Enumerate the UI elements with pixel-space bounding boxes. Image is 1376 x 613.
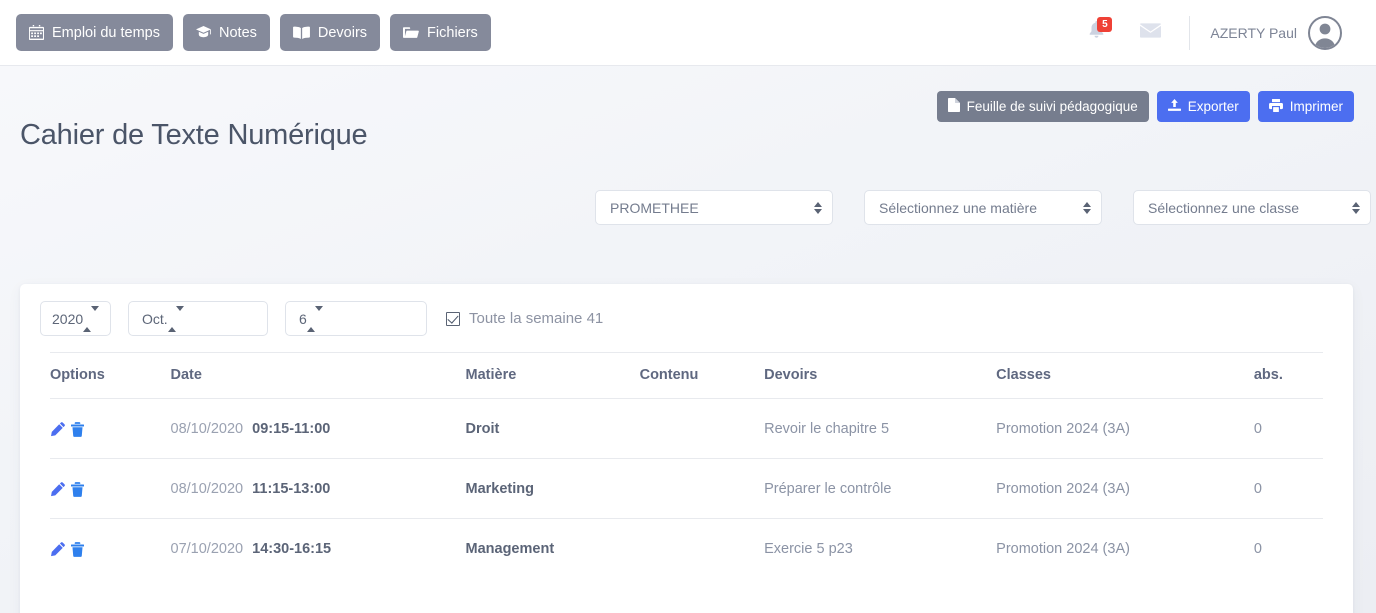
table-body: 08/10/2020 09:15-11:00 Droit Revoir le c… <box>50 398 1323 579</box>
cell-classes: Promotion 2024 (3A) <box>996 398 1254 459</box>
chevron-updown-icon <box>306 305 323 332</box>
nav-emploi-du-temps-button[interactable]: Emploi du temps <box>16 14 173 51</box>
timetable-card: 2020 Oct. 6 Toute la semaine 41 Options … <box>20 284 1353 613</box>
cell-abs: 0 <box>1253 541 1262 557</box>
date-filter-bar: 2020 Oct. 6 Toute la semaine 41 <box>20 284 1353 352</box>
chevron-updown-icon <box>1083 201 1091 214</box>
checkbox-box[interactable] <box>446 311 460 326</box>
table-row[interactable]: 08/10/2020 09:15-11:00 Droit Revoir le c… <box>50 398 1323 459</box>
graduation-icon <box>196 25 211 40</box>
main-nav-buttons: Emploi du temps Notes Devoirs Fichiers <box>16 14 491 51</box>
notification-count-badge: 5 <box>1097 16 1113 32</box>
book-icon <box>292 25 310 40</box>
time-value: 14:30-16:15 <box>252 541 332 557</box>
cell-contenu <box>640 519 765 579</box>
day-select[interactable]: 6 <box>285 301 427 336</box>
cell-devoirs: Préparer le contrôle <box>764 458 997 519</box>
select-value: 6 <box>299 310 307 327</box>
select-value: Oct. <box>142 310 168 327</box>
user-menu[interactable]: AZERTY Paul <box>1210 15 1342 50</box>
select-value: Sélectionnez une classe <box>1148 199 1299 216</box>
pencil-icon[interactable] <box>50 541 65 557</box>
chevron-updown-icon <box>1352 201 1360 214</box>
cell-devoirs: Revoir le chapitre 5 <box>764 398 997 459</box>
header-date: Date <box>170 352 466 399</box>
cell-classes: Promotion 2024 (3A) <box>996 458 1254 519</box>
select-value: Sélectionnez une matière <box>879 199 1037 216</box>
timetable-table: Options Date Matière Contenu Devoirs Cla… <box>50 352 1323 578</box>
chevron-updown-icon <box>814 201 822 214</box>
month-select[interactable]: Oct. <box>128 301 268 336</box>
cell-devoirs: Exercie 5 p23 <box>764 541 853 557</box>
avatar <box>1308 15 1342 50</box>
timetable-table-wrapper: Options Date Matière Contenu Devoirs Cla… <box>20 352 1353 578</box>
trash-icon[interactable] <box>71 541 84 557</box>
header-devoirs: Devoirs <box>764 352 997 399</box>
top-navigation-bar: Emploi du temps Notes Devoirs Fichiers 5… <box>0 0 1376 66</box>
nav-devoirs-button[interactable]: Devoirs <box>279 14 381 51</box>
topbar-divider <box>1189 15 1191 50</box>
cell-date: 08/10/2020 09:15-11:00 <box>170 398 466 459</box>
envelope-icon <box>1139 22 1161 43</box>
select-value: PROMETHEE <box>610 199 699 216</box>
cell-abs: 0 <box>1253 458 1323 519</box>
cell-contenu <box>639 398 765 459</box>
cell-abs: 0 <box>1253 398 1323 459</box>
whole-week-checkbox[interactable]: Toute la semaine 41 <box>446 310 603 327</box>
cell-options <box>50 458 171 519</box>
main-content: Feuille de suivi pédagogique Exporter Im… <box>0 66 1376 613</box>
chevron-updown-icon <box>167 305 184 332</box>
page-title-row: Cahier de Texte Numérique <box>20 66 1356 152</box>
cell-matiere: Management <box>465 541 555 557</box>
date-value: 07/10/2020 <box>170 541 244 557</box>
chevron-updown-icon <box>83 305 100 332</box>
nav-label: Fichiers <box>427 24 478 41</box>
pencil-icon[interactable] <box>50 481 65 497</box>
page-title: Cahier de Texte Numérique <box>20 119 368 151</box>
header-options: Options <box>50 352 171 399</box>
table-header-row: Options Date Matière Contenu Devoirs Cla… <box>50 352 1323 399</box>
select-value: 2020 <box>52 310 84 327</box>
folder-icon <box>403 25 419 40</box>
trash-icon[interactable] <box>71 421 84 437</box>
pencil-icon[interactable] <box>50 421 65 437</box>
nav-notes-button[interactable]: Notes <box>183 14 270 51</box>
user-name-label: AZERTY Paul <box>1210 24 1297 41</box>
subject-select[interactable]: Sélectionnez une matière <box>864 190 1102 225</box>
cell-contenu <box>639 458 765 519</box>
header-matiere: Matière <box>465 352 640 399</box>
cell-options <box>50 398 171 459</box>
nav-label: Devoirs <box>317 24 368 41</box>
header-contenu: Contenu <box>639 352 765 399</box>
table-row[interactable]: 07/10/2020 14:30-16:15 Management Exerci… <box>50 519 1323 579</box>
table-row[interactable]: 08/10/2020 11:15-13:00 Marketing Prépare… <box>50 458 1323 519</box>
nav-fichiers-button[interactable]: Fichiers <box>390 14 491 51</box>
trash-icon[interactable] <box>71 481 84 497</box>
cell-classes: Promotion 2024 (3A) <box>996 541 1130 557</box>
table-head: Options Date Matière Contenu Devoirs Cla… <box>50 352 1323 399</box>
time-value: 11:15-13:00 <box>252 481 331 497</box>
cell-matiere: Marketing <box>465 458 640 519</box>
year-select[interactable]: 2020 <box>40 301 111 336</box>
cell-options <box>50 519 171 579</box>
notifications-button[interactable]: 5 <box>1079 16 1113 50</box>
time-value: 09:15-11:00 <box>252 421 331 437</box>
checkbox-label: Toute la semaine 41 <box>469 310 604 327</box>
calendar-icon <box>29 25 44 40</box>
topbar-right-cluster: 5 AZERTY Paul <box>1079 0 1360 65</box>
header-abs: abs. <box>1253 352 1323 399</box>
date-value: 08/10/2020 <box>170 421 244 437</box>
date-value: 08/10/2020 <box>170 481 244 497</box>
cell-date: 07/10/2020 14:30-16:15 <box>171 519 466 579</box>
nav-label: Emploi du temps <box>52 24 160 41</box>
cell-matiere: Droit <box>465 398 640 459</box>
header-classes: Classes <box>996 352 1254 399</box>
nav-label: Notes <box>219 24 257 41</box>
establishment-select[interactable]: PROMETHEE <box>595 190 833 225</box>
cell-date: 08/10/2020 11:15-13:00 <box>170 458 466 519</box>
messages-button[interactable] <box>1133 16 1167 50</box>
top-filter-selects: PROMETHEE Sélectionnez une matière Sélec… <box>595 190 1371 225</box>
class-select[interactable]: Sélectionnez une classe <box>1133 190 1371 225</box>
